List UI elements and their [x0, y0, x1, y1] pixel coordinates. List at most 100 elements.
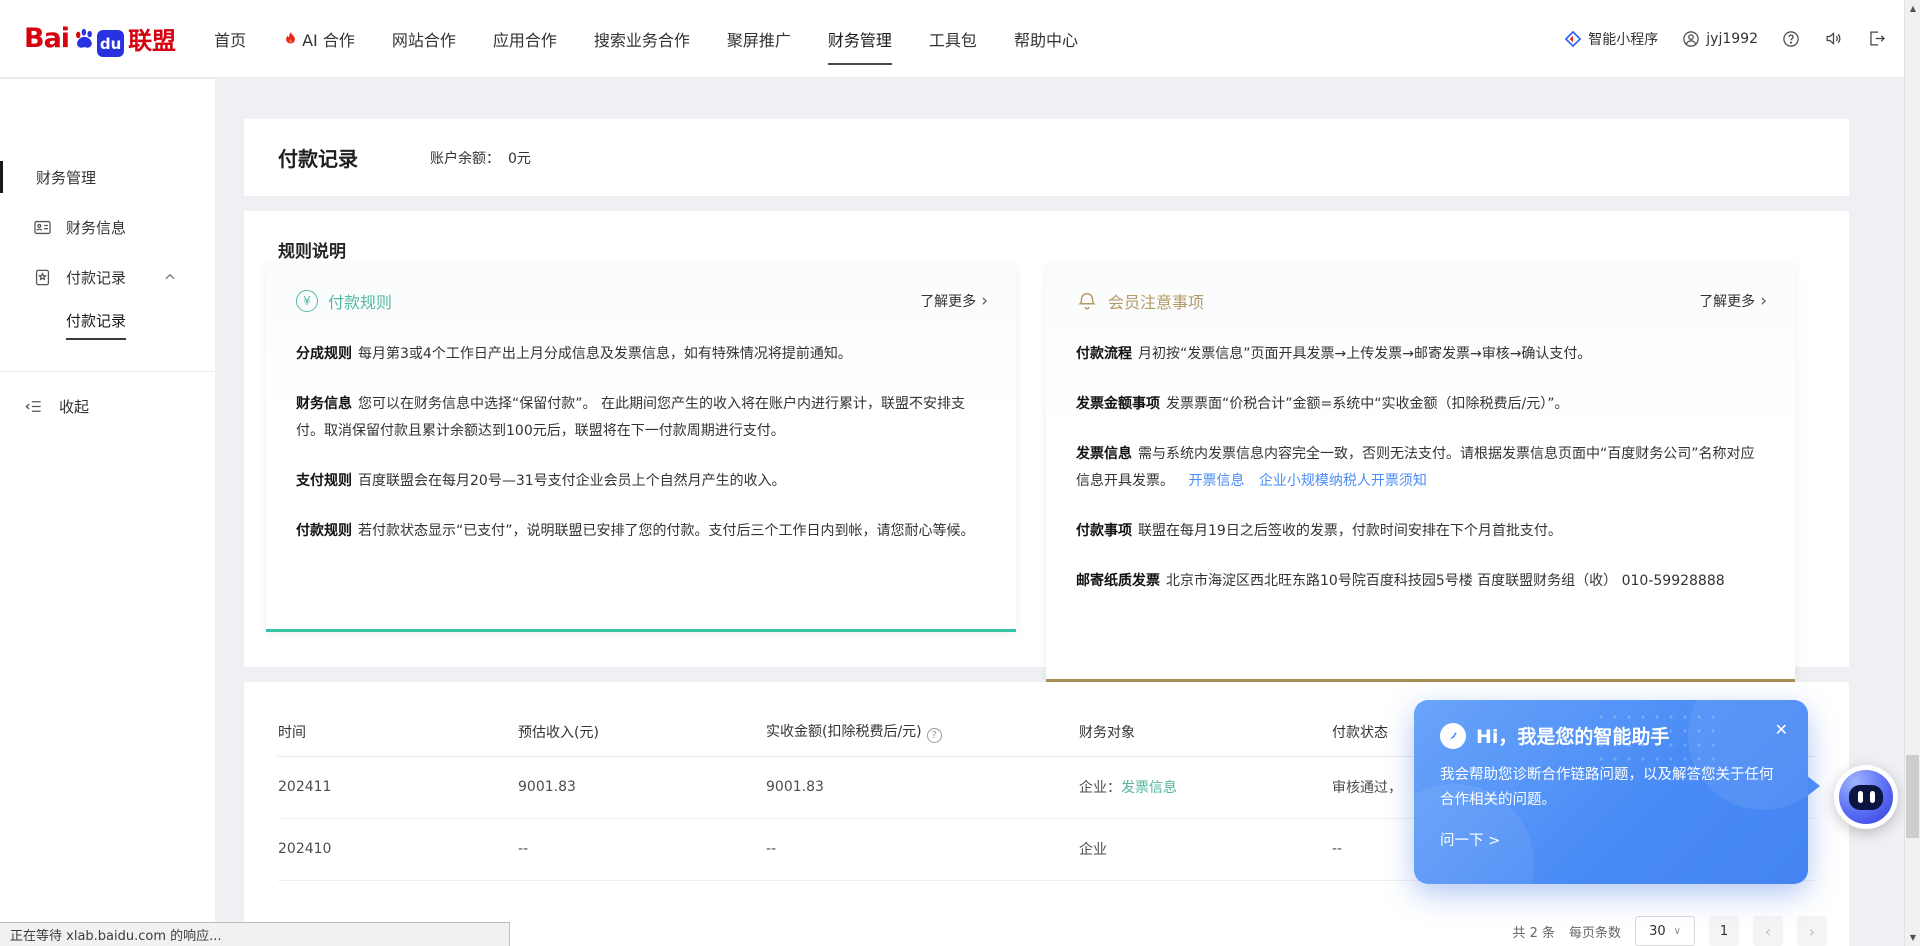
payment-rules-title: 付款规则: [328, 289, 392, 313]
cell-actual: --: [766, 818, 1079, 880]
scroll-up-arrow[interactable]: ▲: [1905, 0, 1920, 17]
col-header-finance-target: 财务对象: [1079, 708, 1332, 756]
assistant-title: Hi，我是您的智能助手: [1476, 722, 1669, 749]
cell-finance-target: 企业：发票信息: [1079, 756, 1332, 818]
rule-paragraph: 付款事项联盟在每月19日之后签收的发票，付款时间安排在下个月首批支付。: [1076, 518, 1767, 545]
chevron-down-icon: ∨: [1674, 926, 1681, 937]
flame-icon: [283, 30, 298, 47]
pagination-per-page-label: 每页条数: [1569, 922, 1621, 941]
page-size-select[interactable]: 30 ∨: [1635, 916, 1695, 946]
pagination: 共 2 条 每页条数 30 ∨ 1 ‹ ›: [1512, 916, 1827, 946]
baidu-union-logo[interactable]: Bai du 联盟: [24, 20, 176, 57]
sidebar-section-finance[interactable]: 财务管理: [0, 159, 215, 195]
cell-estimated: 9001.83: [518, 756, 766, 818]
rule-paragraph: 邮寄纸质发票北京市海淀区西北旺东路10号院百度科技园5号楼 百度联盟财务组（收）…: [1076, 568, 1767, 595]
payment-rules-header: ¥ 付款规则 了解更多 ›: [296, 289, 988, 313]
logo-bai-text: Bai: [24, 23, 69, 54]
chevron-up-icon[interactable]: [163, 270, 177, 284]
sidebar-subitem-payment-records[interactable]: 付款记录: [0, 307, 215, 343]
topbar-right: 智能小程序 jyj1992: [1564, 29, 1886, 49]
chevron-right-icon: ›: [981, 293, 988, 310]
rule-paragraph: 财务信息您可以在财务信息中选择“保留付款”。 在此期间您产生的收入将在账户内进行…: [296, 391, 988, 445]
close-icon[interactable]: ✕: [1775, 720, 1788, 739]
rule-paragraph: 发票金额事项发票票面“价税合计”金额=系统中“实收金额（扣除税费后/元）”。: [1076, 391, 1767, 418]
assistant-ask-link[interactable]: 问一下 >: [1414, 813, 1808, 850]
speaker-icon: [1824, 29, 1843, 48]
cell-time: 202410: [278, 818, 518, 880]
member-notes-header: 会员注意事项 了解更多 ›: [1076, 289, 1767, 313]
robot-face: [1849, 785, 1883, 810]
assistant-icon: [1440, 723, 1466, 749]
prev-page-button[interactable]: ‹: [1753, 916, 1783, 946]
sidebar-collapse-button[interactable]: 收起: [0, 388, 215, 424]
next-page-button[interactable]: ›: [1797, 916, 1827, 946]
assistant-message: 我会帮助您诊断合作链路问题，以及解答您关于任何合作相关的问题。: [1414, 749, 1808, 813]
page-header-card: 付款记录 账户余额： 0元: [244, 119, 1849, 196]
small-taxpayer-notice-link[interactable]: 企业小规模纳税人开票须知: [1259, 473, 1427, 489]
robot-eye: [1858, 791, 1863, 803]
rule-paragraph: 付款规则若付款状态显示“已支付”，说明联盟已安排了您的付款。支付后三个工作日内到…: [296, 518, 988, 545]
assistant-popup: Hi，我是您的智能助手 ✕ 我会帮助您诊断合作链路问题，以及解答您关于任何合作相…: [1414, 700, 1808, 884]
member-notes-body: 付款流程月初按“发票信息”页面开具发票→上传发票→邮寄发票→审核→确认支付。 发…: [1076, 341, 1767, 595]
robot-avatar: [1839, 770, 1893, 824]
payment-rules-body: 分成规则每月第3或4个工作日产出上月分成信息及发票信息，如有特殊情况将提前通知。…: [296, 341, 988, 545]
nav-item-screen-promo[interactable]: 聚屏推广: [727, 0, 791, 78]
mini-program-link[interactable]: 智能小程序: [1564, 29, 1658, 49]
cell-finance-target: 企业: [1079, 818, 1332, 880]
scroll-down-arrow[interactable]: ▼: [1905, 929, 1920, 946]
help-button[interactable]: [1782, 30, 1800, 48]
assistant-popup-arrow: [1806, 775, 1820, 797]
nav-item-home[interactable]: 首页: [214, 0, 246, 78]
sidebar-divider: [0, 371, 215, 372]
browser-status-bar: 正在等待 xlab.baidu.com 的响应...: [0, 922, 510, 946]
logo-union-text: 联盟: [128, 21, 176, 56]
nav-item-toolkit[interactable]: 工具包: [929, 0, 977, 78]
balance-label: 账户余额：: [430, 148, 500, 168]
nav-item-app[interactable]: 应用合作: [493, 0, 557, 78]
topbar: Bai du 联盟 首页 AI 合作: [0, 0, 1920, 78]
nav-item-finance[interactable]: 财务管理: [828, 0, 892, 78]
payment-rules-box: ¥ 付款规则 了解更多 › 分成规则每月第3或4个工作日产出上月分成信息及发票信…: [266, 265, 1016, 632]
logout-button[interactable]: [1867, 29, 1886, 48]
account-balance: 账户余额： 0元: [430, 148, 531, 168]
chevron-right-icon: ›: [1760, 293, 1767, 310]
member-notes-title: 会员注意事项: [1108, 289, 1204, 313]
badge-star-icon: [33, 268, 52, 287]
main-nav: 首页 AI 合作 网站合作 应用合作 搜索业务合作 聚屏推广 财务管理: [214, 0, 1078, 78]
nav-item-search-business[interactable]: 搜索业务合作: [594, 0, 690, 78]
status-text: 正在等待 xlab.baidu.com 的响应...: [10, 925, 222, 944]
assistant-robot-button[interactable]: [1834, 765, 1898, 829]
assistant-header: Hi，我是您的智能助手 ✕: [1414, 700, 1808, 749]
robot-eye: [1870, 791, 1875, 803]
sound-button[interactable]: [1824, 29, 1843, 48]
coin-icon: ¥: [296, 290, 318, 312]
sidebar-item-payment-records[interactable]: 付款记录: [0, 259, 215, 295]
user-account[interactable]: jyj1992: [1682, 30, 1758, 48]
logo-du-text: du: [97, 30, 124, 57]
balance-value: 0元: [508, 148, 531, 168]
invoice-info-row-link[interactable]: 发票信息: [1121, 780, 1177, 796]
scrollbar-thumb[interactable]: [1906, 755, 1919, 838]
id-card-icon: [33, 218, 52, 237]
col-header-actual: 实收金额(扣除税费后/元)?: [766, 708, 1079, 756]
page-number-button[interactable]: 1: [1709, 916, 1739, 946]
page-title: 付款记录: [278, 143, 358, 172]
nav-item-website[interactable]: 网站合作: [392, 0, 456, 78]
col-header-estimated: 预估收入(元): [518, 708, 766, 756]
invoice-info-link[interactable]: 开票信息: [1188, 473, 1244, 489]
member-notes-more-link[interactable]: 了解更多 ›: [1699, 291, 1767, 311]
baidu-paw-icon: [71, 25, 99, 53]
nav-item-ai[interactable]: AI 合作: [283, 0, 355, 78]
actual-amount-help-icon[interactable]: ?: [927, 728, 942, 743]
collapse-icon: [24, 397, 43, 416]
help-icon: [1782, 30, 1800, 48]
sidebar-item-finance-info[interactable]: 财务信息: [0, 209, 215, 245]
cell-estimated: --: [518, 818, 766, 880]
cell-time: 202411: [278, 756, 518, 818]
pagination-total: 共 2 条: [1512, 922, 1555, 941]
payment-rules-more-link[interactable]: 了解更多 ›: [920, 291, 988, 311]
logout-icon: [1867, 29, 1886, 48]
rules-section-title: 规则说明: [278, 237, 1849, 262]
nav-item-help-center[interactable]: 帮助中心: [1014, 0, 1078, 78]
vertical-scrollbar[interactable]: ▲ ▼: [1904, 0, 1920, 946]
